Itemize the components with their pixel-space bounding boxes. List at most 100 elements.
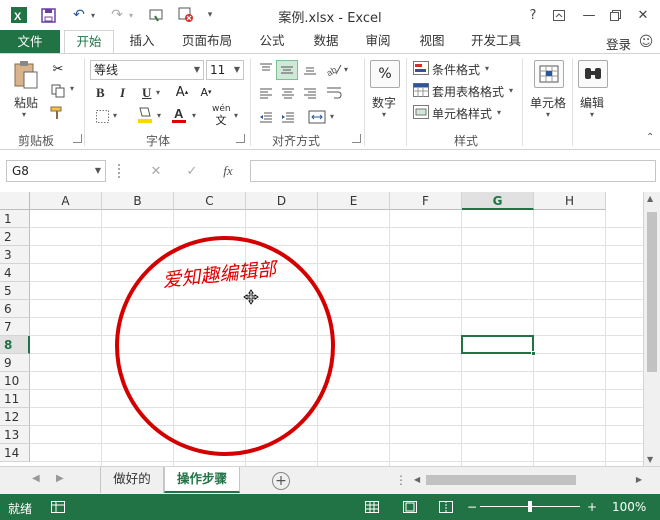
tab-review[interactable]: 审阅: [356, 30, 400, 54]
scroll-down-icon[interactable]: ▼: [647, 455, 653, 464]
find-icon[interactable]: [578, 60, 608, 88]
row-header-4[interactable]: 4: [0, 264, 30, 282]
clipboard-launcher-icon[interactable]: [73, 134, 82, 143]
underline-dropdown-icon[interactable]: ▾: [156, 88, 160, 97]
column-header-c[interactable]: C: [174, 192, 246, 210]
tab-developer[interactable]: 开发工具: [464, 30, 528, 54]
font-name-combo[interactable]: 等线 ▼: [90, 60, 204, 80]
cut-icon[interactable]: ✂: [48, 60, 68, 78]
column-header-g[interactable]: G: [462, 192, 534, 210]
align-center-icon[interactable]: [278, 84, 298, 102]
column-header-f[interactable]: F: [390, 192, 462, 210]
ribbon-display-options-icon[interactable]: [548, 5, 570, 25]
row-header-13[interactable]: 13: [0, 426, 30, 444]
align-top-icon[interactable]: [256, 60, 276, 78]
selected-cell[interactable]: [461, 335, 534, 354]
merge-center-icon[interactable]: [306, 108, 328, 126]
align-right-icon[interactable]: [300, 84, 320, 102]
orientation-icon[interactable]: ab: [324, 60, 344, 78]
user-icon[interactable]: ☺: [636, 32, 656, 52]
number-label[interactable]: 数字: [372, 94, 396, 111]
cells-label[interactable]: 单元格: [530, 94, 566, 111]
font-size-combo[interactable]: 11 ▼: [206, 60, 244, 80]
format-as-table-icon[interactable]: [412, 82, 430, 98]
row-header-14[interactable]: 14: [0, 444, 30, 462]
row-header-6[interactable]: 6: [0, 300, 30, 318]
row-header-3[interactable]: 3: [0, 246, 30, 264]
number-dropdown-icon[interactable]: ▾: [382, 110, 386, 119]
copy-icon[interactable]: [48, 82, 68, 100]
name-box-dropdown-icon[interactable]: ▼: [95, 161, 101, 181]
borders-dropdown-icon[interactable]: ▾: [113, 111, 117, 120]
orientation-dropdown-icon[interactable]: ▾: [344, 65, 348, 74]
enter-entry-button[interactable]: ✓: [180, 160, 204, 182]
align-middle-icon[interactable]: [276, 60, 298, 80]
zoom-out-icon[interactable]: −: [464, 499, 480, 515]
row-header-11[interactable]: 11: [0, 390, 30, 408]
font-name-dropdown-icon[interactable]: ▼: [194, 61, 200, 79]
select-all-corner[interactable]: [0, 192, 30, 210]
row-header-12[interactable]: 12: [0, 408, 30, 426]
column-header-a[interactable]: A: [30, 192, 102, 210]
cell-styles-icon[interactable]: [412, 104, 430, 120]
font-color-icon[interactable]: A: [170, 106, 188, 124]
normal-view-icon[interactable]: [364, 499, 380, 515]
vertical-scrollbar[interactable]: ▲ ▼: [643, 192, 660, 466]
tab-home[interactable]: 开始: [64, 30, 114, 54]
format-as-table-button[interactable]: 套用表格格式: [432, 83, 504, 100]
merge-dropdown-icon[interactable]: ▾: [330, 112, 334, 121]
editing-dropdown-icon[interactable]: ▾: [590, 110, 594, 119]
increase-indent-icon[interactable]: [278, 108, 298, 126]
maximize-icon[interactable]: [604, 5, 626, 25]
underline-button[interactable]: U: [142, 85, 151, 101]
tab-view[interactable]: 视图: [410, 30, 454, 54]
decrease-indent-icon[interactable]: [256, 108, 276, 126]
column-header-d[interactable]: D: [246, 192, 318, 210]
paste-dropdown-icon[interactable]: ▾: [22, 110, 26, 119]
conditional-format-dropdown-icon[interactable]: ▾: [485, 64, 489, 73]
cell-styles-button[interactable]: 单元格样式: [432, 105, 492, 122]
help-button[interactable]: ?: [522, 5, 544, 25]
decrease-font-icon[interactable]: A ▾: [196, 84, 216, 100]
worksheet-grid[interactable]: ▲ ▼ A B C D E F G H 1 2 3 4 5 6 7 8 9 10 11 12 13 14: [0, 192, 660, 466]
tab-file[interactable]: 文件: [0, 30, 60, 54]
row-header-9[interactable]: 9: [0, 354, 30, 372]
tab-splitter-icon[interactable]: ⋮: [395, 473, 407, 487]
close-button[interactable]: ✕: [632, 5, 654, 25]
sheet-tab-done[interactable]: 做好的: [100, 467, 164, 493]
column-header-b[interactable]: B: [102, 192, 174, 210]
sheet-prev-icon[interactable]: ◀: [32, 473, 40, 484]
format-painter-icon[interactable]: [48, 104, 68, 122]
cells-dropdown-icon[interactable]: ▾: [546, 110, 550, 119]
borders-icon[interactable]: [94, 108, 110, 124]
font-size-dropdown-icon[interactable]: ▼: [234, 61, 240, 79]
zoom-level[interactable]: 100%: [612, 500, 646, 514]
login-link[interactable]: 登录: [606, 34, 631, 53]
row-header-7[interactable]: 7: [0, 318, 30, 336]
paste-icon[interactable]: [12, 60, 40, 90]
phonetic-icon[interactable]: 文: [212, 114, 230, 127]
fill-handle[interactable]: [531, 351, 536, 356]
scroll-left-icon[interactable]: ◀: [414, 475, 420, 484]
row-header-5[interactable]: 5: [0, 282, 30, 300]
paste-label[interactable]: 粘贴: [14, 94, 38, 111]
tab-page-layout[interactable]: 页面布局: [176, 30, 238, 54]
format-as-table-dropdown-icon[interactable]: ▾: [509, 86, 513, 95]
tab-data[interactable]: 数据: [304, 30, 348, 54]
macro-record-icon[interactable]: [50, 499, 66, 515]
number-format-icon[interactable]: %: [370, 60, 400, 88]
increase-font-icon[interactable]: A ▴: [172, 84, 192, 100]
conditional-format-icon[interactable]: [412, 60, 430, 76]
add-sheet-button[interactable]: +: [272, 472, 290, 490]
font-launcher-icon[interactable]: [236, 134, 245, 143]
cell-styles-dropdown-icon[interactable]: ▾: [497, 108, 501, 117]
conditional-format-button[interactable]: 条件格式: [432, 61, 480, 78]
phonetic-dropdown-icon[interactable]: ▾: [234, 111, 238, 120]
horizontal-scrollbar[interactable]: ◀ ▶: [412, 472, 644, 488]
copy-dropdown-icon[interactable]: ▾: [70, 84, 74, 93]
formula-bar-grip-icon[interactable]: [118, 164, 122, 178]
fill-color-dropdown-icon[interactable]: ▾: [157, 111, 161, 120]
row-header-8[interactable]: 8: [0, 336, 30, 354]
wrap-text-icon[interactable]: [324, 84, 344, 102]
page-layout-view-icon[interactable]: [402, 499, 418, 515]
